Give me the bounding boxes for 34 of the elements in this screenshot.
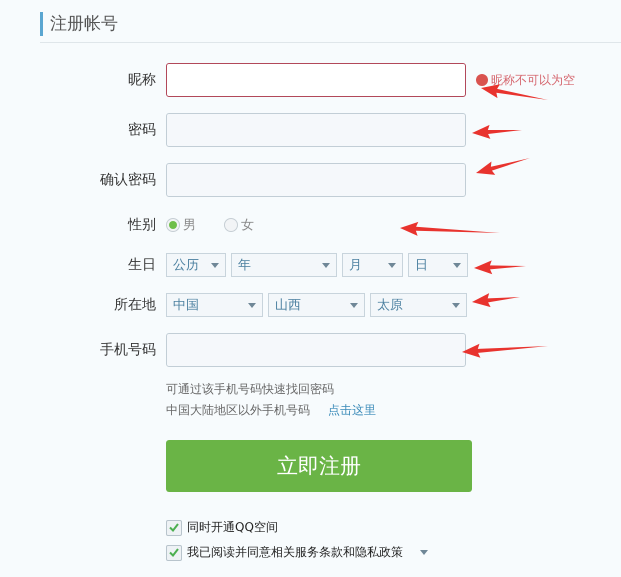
dropdown[interactable]: 中国 <box>166 293 263 317</box>
field-label: 昵称 <box>127 71 156 90</box>
field-label: 生日 <box>127 256 156 275</box>
caret-icon[interactable] <box>420 550 428 555</box>
radio-option[interactable]: 男 <box>166 216 196 234</box>
checkbox[interactable] <box>166 544 182 560</box>
field-label: 密码 <box>127 121 156 140</box>
dropdown[interactable]: 年 <box>231 253 337 277</box>
error-icon <box>476 74 488 86</box>
field-label: 所在地 <box>113 296 156 315</box>
field-label: 手机号码 <box>99 341 156 360</box>
click-here-link[interactable]: 点击这里 <box>328 400 376 421</box>
hint-text: 可通过该手机号码快速找回密码 <box>166 381 335 398</box>
dropdown[interactable]: 公历 <box>166 253 226 277</box>
annotation-arrow <box>481 84 548 100</box>
checkbox-label: 同时开通QQ空间 <box>187 519 278 536</box>
annotation-arrow <box>476 158 530 175</box>
radio-option[interactable]: 女 <box>224 216 254 234</box>
annotation-arrow <box>474 260 526 274</box>
field-label: 性别 <box>126 216 156 235</box>
text-field[interactable] <box>166 63 466 97</box>
field-label: 确认密码 <box>99 171 156 190</box>
error-message: 昵称不可以为空 <box>491 72 575 88</box>
dropdown[interactable]: 月 <box>342 253 403 277</box>
dropdown[interactable]: 日 <box>408 253 468 277</box>
page-title: 注册帐号 <box>40 12 118 36</box>
dropdown[interactable]: 山西 <box>268 293 365 317</box>
checkbox-label: 我已阅读并同意相关服务条款和隐私政策 <box>187 544 403 561</box>
checkbox[interactable] <box>166 520 182 536</box>
annotation-arrow <box>472 293 520 308</box>
hint-text: 中国大陆地区以外手机号码 <box>166 402 310 419</box>
dropdown[interactable]: 太原 <box>370 293 467 317</box>
annotation-arrow <box>472 124 522 139</box>
register-button[interactable]: 立即注册 <box>166 440 472 492</box>
